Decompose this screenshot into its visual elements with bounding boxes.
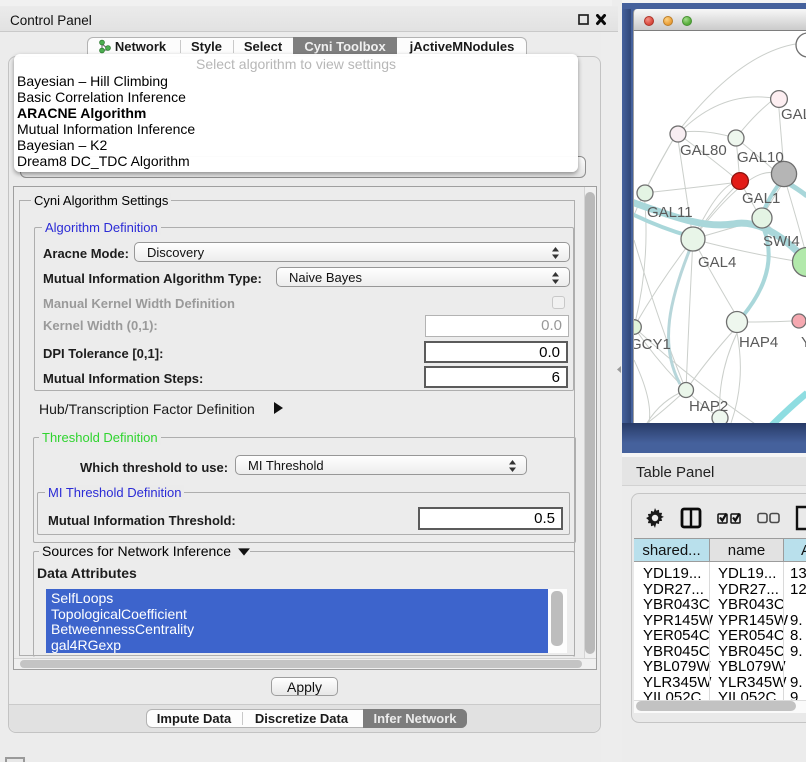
svg-text:GAL11: GAL11 bbox=[647, 204, 693, 221]
svg-text:HAP2: HAP2 bbox=[689, 398, 728, 415]
svg-text:HAP4: HAP4 bbox=[739, 334, 778, 351]
svg-text:GAL10: GAL10 bbox=[737, 149, 784, 166]
svg-text:GAL80: GAL80 bbox=[680, 142, 727, 159]
svg-text:GAL1: GAL1 bbox=[742, 190, 780, 207]
svg-text:GAL7: GAL7 bbox=[781, 106, 806, 123]
svg-text:Y: Y bbox=[801, 334, 806, 351]
svg-text:GAL4: GAL4 bbox=[698, 254, 736, 271]
svg-text:GCY1: GCY1 bbox=[634, 336, 671, 353]
svg-text:SWI4: SWI4 bbox=[763, 233, 800, 250]
